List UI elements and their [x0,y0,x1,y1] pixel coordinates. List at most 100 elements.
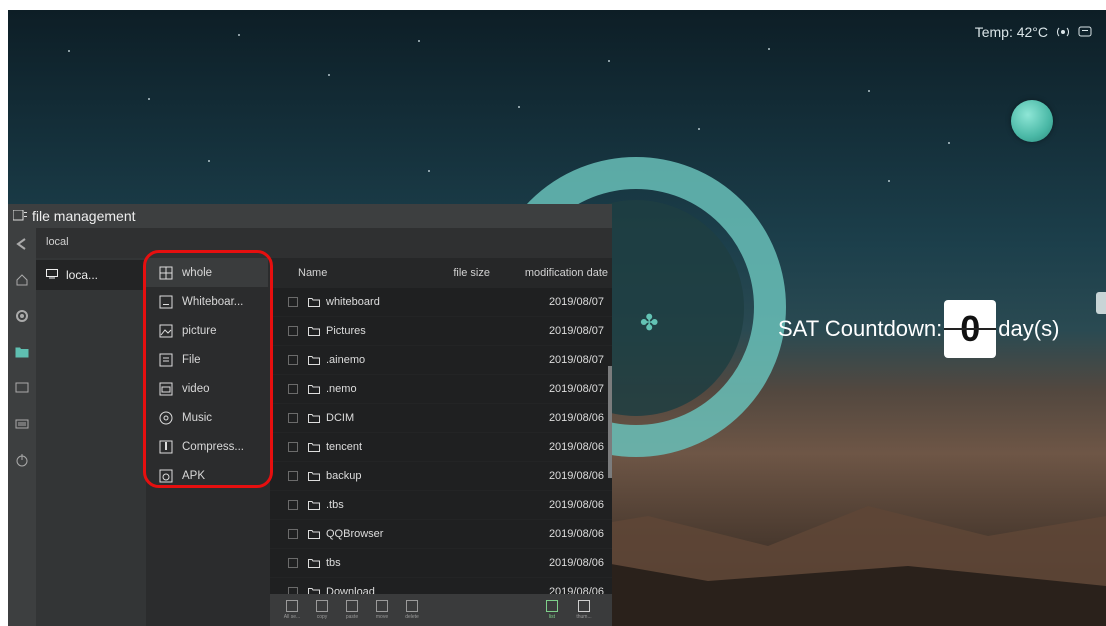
file-name: .nemo [326,383,357,395]
row-checkbox[interactable] [288,442,298,452]
chat-icon[interactable] [1078,25,1092,39]
row-checkbox[interactable] [288,326,298,336]
copy-icon [316,600,328,612]
table-row[interactable]: whiteboard 2019/08/07 [270,288,612,317]
home-button[interactable] [8,264,36,300]
file-date: 2019/08/06 [548,528,604,540]
file-rows: whiteboard 2019/08/07 Pictures 2019/08/07 … [270,288,612,607]
file-name: DCIM [326,412,355,424]
row-checkbox[interactable] [288,529,298,539]
file-date: 2019/08/06 [548,557,604,569]
folder-icon [308,413,322,423]
folder-icon [308,384,322,394]
column-size-header[interactable]: file size [410,267,490,279]
table-row[interactable]: .nemo 2019/08/07 [270,375,612,404]
keyboard-icon [15,417,29,435]
file-name: .tbs [326,499,344,511]
paste-button[interactable]: paste [338,596,366,624]
folder-icon [308,326,322,336]
table-row[interactable]: DCIM 2019/08/06 [270,404,612,433]
move-button[interactable]: move [368,596,396,624]
folder-icon [15,345,29,363]
folder-icon [308,355,322,365]
back-button[interactable] [8,228,36,264]
copy-button[interactable]: copy [308,596,336,624]
file-date: 2019/08/07 [548,325,604,337]
file-list-panel: Name file size modification date whitebo… [270,258,612,626]
paste-icon [346,600,358,612]
table-row[interactable]: .ainemo 2019/08/07 [270,346,612,375]
apps-grid-icon[interactable]: ✤ [640,310,658,336]
wifi-hotspot-icon[interactable] [1056,25,1070,39]
table-row[interactable]: Pictures 2019/08/07 [270,317,612,346]
file-name: QQBrowser [326,528,384,540]
annotation-highlight [143,250,273,488]
file-name: tencent [326,441,363,453]
folder-icon [308,529,322,539]
storage-list: loca... [36,258,146,626]
window-titlebar: file management [8,204,612,228]
row-checkbox[interactable] [288,355,298,365]
delete-button[interactable]: delete [398,596,426,624]
file-date: 2019/08/06 [548,499,604,511]
home-icon [15,273,29,292]
countdown-digit: 0 [944,300,997,358]
row-checkbox[interactable] [288,471,298,481]
file-toolbar: All se... copy paste move delete list th… [270,594,612,626]
file-table-header: Name file size modification date [270,258,612,288]
file-date: 2019/08/07 [548,354,604,366]
row-checkbox[interactable] [288,500,298,510]
power-icon [15,453,29,472]
screen-icon [15,381,29,399]
side-panel-handle[interactable] [1096,292,1106,314]
column-name-header[interactable]: Name [270,267,410,279]
screen-button[interactable] [8,372,36,408]
keyboard-button[interactable] [8,408,36,444]
power-button[interactable] [8,444,36,480]
breadcrumb[interactable]: local [36,228,612,258]
file-name: whiteboard [326,296,380,308]
thumbnail-view-button[interactable]: thum... [570,596,598,624]
storage-item-local[interactable]: loca... [36,260,146,290]
table-row[interactable]: tbs 2019/08/06 [270,549,612,578]
file-name: .ainemo [326,354,366,366]
back-icon [15,237,29,256]
sat-countdown-widget: SAT Countdown: 0 day(s) [778,300,1059,358]
file-date: 2019/08/07 [548,383,604,395]
delete-icon [406,600,418,612]
list-view-icon [546,600,558,612]
column-date-header[interactable]: modification date [490,267,608,279]
countdown-unit: day(s) [998,316,1060,341]
row-checkbox[interactable] [288,413,298,423]
thumbnail-view-icon [578,600,590,612]
file-manager-button[interactable] [8,336,36,372]
select-all-icon [286,600,298,612]
file-list-scrollbar[interactable] [608,366,612,478]
window-title: file management [32,208,136,224]
file-date: 2019/08/06 [548,441,604,453]
folder-icon [308,297,322,307]
file-name: backup [326,470,362,482]
folder-icon [308,471,322,481]
list-view-button[interactable]: list [538,596,566,624]
settings-icon [15,309,29,328]
file-date: 2019/08/06 [548,470,604,482]
folder-icon [308,442,322,452]
table-row[interactable]: tencent 2019/08/06 [270,433,612,462]
folder-icon [308,558,322,568]
floating-ball[interactable] [1011,100,1053,142]
settings-button[interactable] [8,300,36,336]
file-management-window: file management local loca... whole Whit… [8,204,612,626]
folder-icon [308,500,322,510]
row-checkbox[interactable] [288,558,298,568]
row-checkbox[interactable] [288,384,298,394]
row-checkbox[interactable] [288,297,298,307]
left-dock [8,228,36,626]
monitor-icon [46,268,58,282]
select-all-button[interactable]: All se... [278,596,306,624]
window-menu-icon[interactable] [8,210,32,222]
table-row[interactable]: .tbs 2019/08/06 [270,491,612,520]
table-row[interactable]: backup 2019/08/06 [270,462,612,491]
table-row[interactable]: QQBrowser 2019/08/06 [270,520,612,549]
countdown-label: SAT Countdown: [778,316,943,341]
